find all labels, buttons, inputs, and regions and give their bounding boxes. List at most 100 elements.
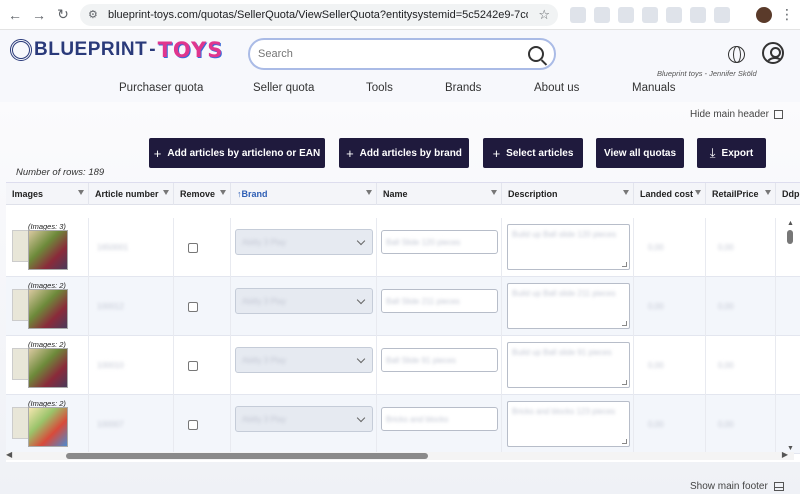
- brand-select[interactable]: Abilty 3 Play: [235, 347, 373, 373]
- name-input[interactable]: Ball Slide 211 pieces: [381, 289, 498, 313]
- scroll-thumb[interactable]: [66, 453, 428, 459]
- filter-icon[interactable]: [220, 190, 226, 195]
- more-menu-icon[interactable]: ⋮: [780, 6, 794, 23]
- brand-value: Abilty 3 Play: [242, 238, 287, 247]
- scroll-thumb[interactable]: [787, 230, 793, 244]
- article-number: 100012: [97, 302, 124, 311]
- vertical-scrollbar[interactable]: ▲ ▼: [786, 220, 794, 452]
- resize-grip-icon[interactable]: [622, 439, 627, 444]
- puzzle-icon[interactable]: [714, 7, 730, 23]
- search-icon[interactable]: [528, 46, 544, 62]
- filter-icon[interactable]: [366, 190, 372, 195]
- resize-grip-icon[interactable]: [622, 321, 627, 326]
- nav-manuals[interactable]: Manuals: [632, 82, 675, 94]
- name-input[interactable]: Ball Slide 91 pieces: [381, 348, 498, 372]
- resize-grip-icon[interactable]: [622, 262, 627, 267]
- remove-cell: [174, 395, 231, 454]
- select-articles-button[interactable]: + Select articles: [483, 138, 583, 168]
- nav-tools[interactable]: Tools: [366, 82, 393, 94]
- table-row[interactable]: (Images: 2) 100012 Abilty 3 Play Ball Sl…: [6, 277, 800, 336]
- col-name[interactable]: Name: [377, 183, 502, 205]
- resize-grip-icon[interactable]: [622, 380, 627, 385]
- extension-icon[interactable]: [642, 7, 658, 23]
- brand-select[interactable]: Abilty 3 Play: [235, 229, 373, 255]
- col-ddp[interactable]: Ddp: [776, 183, 800, 205]
- nav-about-us[interactable]: About us: [534, 82, 579, 94]
- product-thumbnail[interactable]: [28, 230, 68, 270]
- view-all-quotas-button[interactable]: View all quotas: [596, 138, 684, 168]
- images-cell[interactable]: (Images: 2): [6, 395, 89, 454]
- nav-purchaser-quota[interactable]: Purchaser quota: [119, 82, 203, 94]
- col-remove[interactable]: Remove: [174, 183, 231, 205]
- download-icon: ⤓: [709, 145, 716, 160]
- col-retail-price[interactable]: RetailPrice: [706, 183, 776, 205]
- remove-checkbox[interactable]: [188, 361, 198, 371]
- nav-seller-quota[interactable]: Seller quota: [253, 82, 314, 94]
- images-cell[interactable]: (Images: 2): [6, 336, 89, 395]
- description-textarea[interactable]: Build up Ball slide 91 pieces: [507, 342, 630, 388]
- scroll-down-icon[interactable]: ▼: [787, 445, 794, 452]
- search-input[interactable]: [258, 48, 518, 60]
- extension-icon[interactable]: [666, 7, 682, 23]
- extension-icon[interactable]: [690, 7, 706, 23]
- name-input[interactable]: Bricks and blocks: [381, 407, 498, 431]
- remove-checkbox[interactable]: [188, 302, 198, 312]
- site-info-icon[interactable]: ⚙: [88, 8, 102, 22]
- add-by-brand-button[interactable]: + Add articles by brand: [339, 138, 469, 168]
- reload-icon[interactable]: ↻: [54, 6, 72, 24]
- scroll-right-icon[interactable]: ▶: [782, 450, 788, 459]
- col-images[interactable]: Images: [6, 183, 89, 205]
- export-button[interactable]: ⤓ Export: [697, 138, 766, 168]
- scroll-up-icon[interactable]: ▲: [787, 220, 794, 227]
- table-row[interactable]: (Images: 2) 100010 Abilty 3 Play Ball Sl…: [6, 336, 800, 395]
- description-textarea[interactable]: Build up Ball slide 211 pieces: [507, 283, 630, 329]
- filter-icon[interactable]: [491, 190, 497, 195]
- landed-cost-cell: 0,00: [634, 336, 706, 395]
- extension-icon[interactable]: [594, 7, 610, 23]
- show-main-footer-toggle[interactable]: Show main footer: [690, 481, 784, 492]
- add-by-articleno-button[interactable]: + Add articles by articleno or EAN: [149, 138, 325, 168]
- name-input[interactable]: Ball Slide 120 pieces: [381, 230, 498, 254]
- retail-price-value: 0,00: [718, 302, 734, 311]
- images-cell[interactable]: (Images: 2): [6, 277, 89, 336]
- search-box[interactable]: [248, 38, 556, 70]
- col-landed-cost[interactable]: Landed cost: [634, 183, 706, 205]
- filter-icon[interactable]: [78, 190, 84, 195]
- url-text[interactable]: blueprint-toys.com/quotas/SellerQuota/Vi…: [108, 9, 528, 21]
- back-icon[interactable]: ←: [6, 6, 24, 24]
- description-textarea[interactable]: Bricks and blocks 123 pieces: [507, 401, 630, 447]
- col-description[interactable]: Description: [502, 183, 634, 205]
- remove-checkbox[interactable]: [188, 420, 198, 430]
- description-value: Build up Ball slide 91 pieces: [512, 348, 612, 357]
- table-row[interactable]: (Images: 3) 1650001 Abilty 3 Play Ball S…: [6, 218, 800, 277]
- horizontal-scrollbar[interactable]: ◀ ▶: [6, 450, 794, 460]
- description-textarea[interactable]: Build up Ball slide 120 pieces: [507, 224, 630, 270]
- filter-icon[interactable]: [623, 190, 629, 195]
- address-bar[interactable]: ⚙ blueprint-toys.com/quotas/SellerQuota/…: [80, 4, 558, 26]
- forward-icon[interactable]: →: [30, 6, 48, 24]
- col-brand[interactable]: ↑Brand: [231, 183, 377, 205]
- remove-checkbox[interactable]: [188, 243, 198, 253]
- extension-icon[interactable]: [570, 7, 586, 23]
- scroll-left-icon[interactable]: ◀: [6, 450, 12, 459]
- product-thumbnail[interactable]: [28, 407, 68, 447]
- filter-icon[interactable]: [695, 190, 701, 195]
- profile-avatar[interactable]: [756, 7, 772, 23]
- filter-icon[interactable]: [765, 190, 771, 195]
- col-article-number[interactable]: Article number: [89, 183, 174, 205]
- language-globe-icon[interactable]: [728, 46, 745, 63]
- chevron-down-icon: [356, 236, 366, 246]
- images-cell[interactable]: (Images: 3): [6, 218, 89, 277]
- brand-select[interactable]: Abilty 3 Play: [235, 406, 373, 432]
- extension-icon[interactable]: [618, 7, 634, 23]
- bookmark-star-icon[interactable]: ☆: [538, 7, 550, 23]
- logo[interactable]: BLUEPRINT - TOYS: [10, 38, 223, 62]
- brand-select[interactable]: Abilty 3 Play: [235, 288, 373, 314]
- product-thumbnail[interactable]: [28, 289, 68, 329]
- hide-main-header-toggle[interactable]: Hide main header: [690, 109, 783, 120]
- user-account-icon[interactable]: [762, 42, 784, 64]
- filter-icon[interactable]: [163, 190, 169, 195]
- table-row[interactable]: (Images: 2) 100007 Abilty 3 Play Bricks …: [6, 395, 800, 454]
- product-thumbnail[interactable]: [28, 348, 68, 388]
- nav-brands[interactable]: Brands: [445, 82, 481, 94]
